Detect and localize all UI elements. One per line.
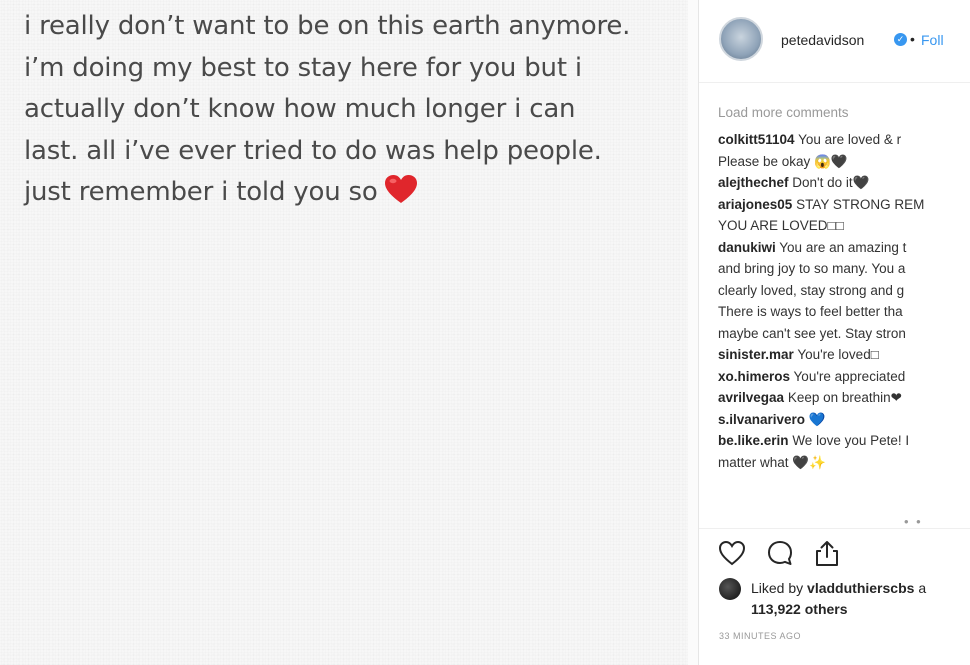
comment-item: colkitt51104 You are loved & r Please be… xyxy=(718,129,970,172)
post-header: petedavidson ✓ • Foll xyxy=(699,0,970,83)
comment-text: You're loved□ xyxy=(797,347,879,362)
post-sidebar: petedavidson ✓ • Foll Load more comments… xyxy=(698,0,970,665)
comment-text: YOU ARE LOVED□□ xyxy=(718,218,844,233)
comment-line: colkitt51104 You are loved & r xyxy=(718,129,970,151)
comment-text: clearly loved, stay strong and g xyxy=(718,282,905,298)
comment-item: s.ilvanarivero 💙 xyxy=(718,409,970,431)
comment-item: avrilvegaa Keep on breathin❤ xyxy=(718,387,970,409)
comment-item: be.like.erin We love you Pete! I matter … xyxy=(718,430,970,473)
comment-line: sinister.mar You're loved□ xyxy=(718,344,970,366)
comment-text: You are loved & r xyxy=(798,132,902,147)
note-text: i really don’t want to be on this earth … xyxy=(24,6,674,214)
heart-like-icon[interactable] xyxy=(717,538,747,568)
comment-username[interactable]: ariajones05 xyxy=(718,197,792,212)
comment-text: and bring joy to so many. You a xyxy=(718,261,906,276)
comment-username[interactable]: avrilvegaa xyxy=(718,390,784,405)
comment-text: matter what 🖤✨ xyxy=(718,454,826,470)
comment-line: avrilvegaa Keep on breathin❤ xyxy=(718,387,970,409)
comment-text: You are an amazing t xyxy=(779,239,907,255)
comment-text: There is ways to feel better tha xyxy=(718,304,903,319)
comment-item: danukiwi You are an amazing t and bring … xyxy=(718,237,970,345)
username-link[interactable]: petedavidson xyxy=(781,32,864,48)
comment-username[interactable]: colkitt51104 xyxy=(718,132,795,147)
liked-by-prefix: Liked by xyxy=(751,580,804,596)
comment-username[interactable]: s.ilvanarivero xyxy=(718,412,805,427)
note-line-last: just remember i told you so xyxy=(24,172,674,214)
comment-text: Keep on breathin❤ xyxy=(787,390,902,405)
comment-line: danukiwi You are an amazing t xyxy=(718,237,970,259)
follow-button[interactable]: Foll xyxy=(921,32,944,48)
liked-by-suffix: a xyxy=(918,580,927,596)
comment-item: sinister.mar You're loved□ xyxy=(718,344,970,366)
comment-text: You're appreciated xyxy=(793,368,906,384)
more-comments-indicator: • • xyxy=(904,514,923,529)
liked-by-avatar[interactable] xyxy=(719,578,741,600)
post-timestamp[interactable]: 33 MINUTES AGO xyxy=(719,631,801,641)
red-heart-emoji-icon xyxy=(384,175,417,203)
avatar[interactable] xyxy=(719,17,763,61)
comment-username[interactable]: be.like.erin xyxy=(718,433,789,448)
comment-text: Don't do it🖤 xyxy=(792,175,870,190)
comment-username[interactable]: alejthechef xyxy=(718,175,789,190)
comment-text: maybe can't see yet. Stay stron xyxy=(718,325,906,341)
comment-text: 💙 xyxy=(808,411,826,427)
verified-badge-icon: ✓ xyxy=(894,33,907,46)
comment-text: STAY STRONG REM xyxy=(796,196,925,212)
comment-line: alejthechef Don't do it🖤 xyxy=(718,172,970,194)
post-image: i really don’t want to be on this earth … xyxy=(0,0,688,665)
comment-text: Please be okay 😱🖤 xyxy=(718,153,848,169)
note-line: i really don’t want to be on this earth … xyxy=(24,11,631,41)
comment-text: We love you Pete! I xyxy=(792,433,910,448)
comment-bubble-icon[interactable] xyxy=(765,538,795,568)
header-separator: • xyxy=(910,31,915,47)
note-line-text: just remember i told you so xyxy=(24,177,378,207)
comment-line: xo.himeros You're appreciated xyxy=(718,366,970,388)
comment-username[interactable]: xo.himeros xyxy=(718,369,790,384)
liked-by-text: Liked by vladduthierscbs a xyxy=(751,580,926,596)
actions-divider xyxy=(699,528,970,530)
comment-line: be.like.erin We love you Pete! I xyxy=(718,430,970,452)
comment-line: ariajones05 STAY STRONG REM xyxy=(718,194,970,216)
comment-item: xo.himeros You're appreciated xyxy=(718,366,970,388)
comment-item: ariajones05 STAY STRONG REM YOU ARE LOVE… xyxy=(718,194,970,237)
note-line: last. all i’ve ever tried to do was help… xyxy=(24,135,602,166)
comment-line: s.ilvanarivero 💙 xyxy=(718,409,970,431)
comment-username[interactable]: danukiwi xyxy=(718,240,776,255)
share-upload-icon[interactable] xyxy=(812,538,842,568)
comment-username[interactable]: sinister.mar xyxy=(718,347,794,362)
liked-by-username[interactable]: vladduthierscbs xyxy=(807,580,914,596)
likes-count[interactable]: 113,922 others xyxy=(751,601,848,617)
note-line: actually don’t know how much longer i ca… xyxy=(24,94,576,124)
note-line: i’m doing my best to stay here for you b… xyxy=(24,52,582,83)
comments-list: Load more comments colkitt51104 You are … xyxy=(718,104,970,473)
divider xyxy=(688,0,698,665)
load-more-comments-link[interactable]: Load more comments xyxy=(718,104,970,122)
comment-item: alejthechef Don't do it🖤 xyxy=(718,172,970,194)
